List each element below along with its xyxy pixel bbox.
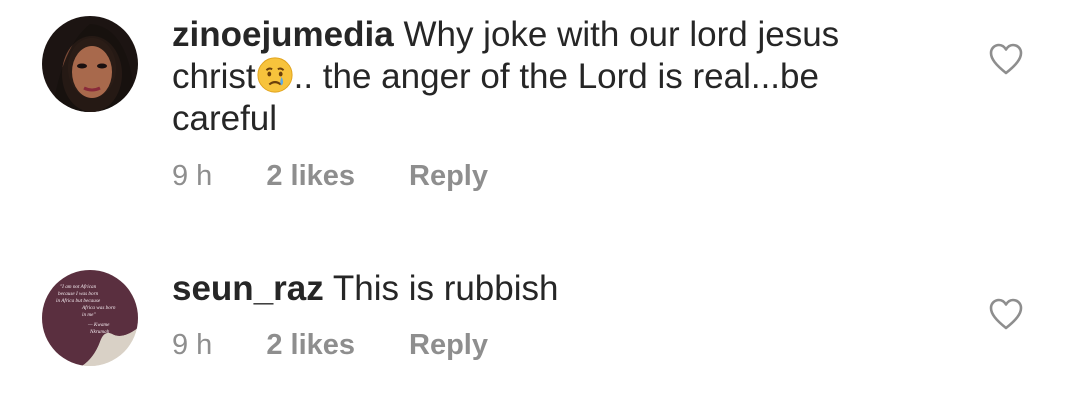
reply-button[interactable]: Reply [409, 329, 488, 362]
quote-line: in Africa but because [56, 297, 101, 304]
quote-image-avatar: "I am not African because I was born in … [42, 270, 138, 366]
quote-line: in me" [82, 312, 96, 318]
comment-body: This is rubbish [332, 269, 559, 308]
quote-line: because I was born [58, 291, 99, 297]
avatar[interactable] [42, 16, 138, 112]
reply-button[interactable]: Reply [409, 160, 488, 193]
likes-count-button[interactable]: 2 likes [266, 329, 355, 362]
quote-line: "I am not African [60, 283, 97, 290]
quote-line: Africa was born [81, 304, 116, 311]
timestamp: 9 h [172, 160, 213, 192]
timestamp: 9 h [172, 329, 213, 361]
heart-icon[interactable] [988, 297, 1024, 331]
profile-photo-avatar [42, 16, 138, 112]
heart-icon[interactable] [988, 42, 1024, 76]
comment-text: zinoejumedia Why joke with our lord jesu… [172, 14, 892, 140]
username[interactable]: seun_raz [172, 269, 324, 308]
comment-text: seun_raz This is rubbish [172, 268, 892, 310]
comment-meta: 9 h 2 likes Reply [172, 329, 488, 362]
username[interactable]: zinoejumedia [172, 15, 394, 54]
quote-line: Nkrumah [89, 329, 110, 335]
comment-meta: 9 h 2 likes Reply [172, 160, 488, 193]
avatar[interactable]: "I am not African because I was born in … [42, 270, 138, 366]
crying-face-emoji-icon [257, 57, 293, 93]
likes-count-button[interactable]: 2 likes [266, 160, 355, 193]
quote-line: — Kwame [87, 322, 110, 328]
